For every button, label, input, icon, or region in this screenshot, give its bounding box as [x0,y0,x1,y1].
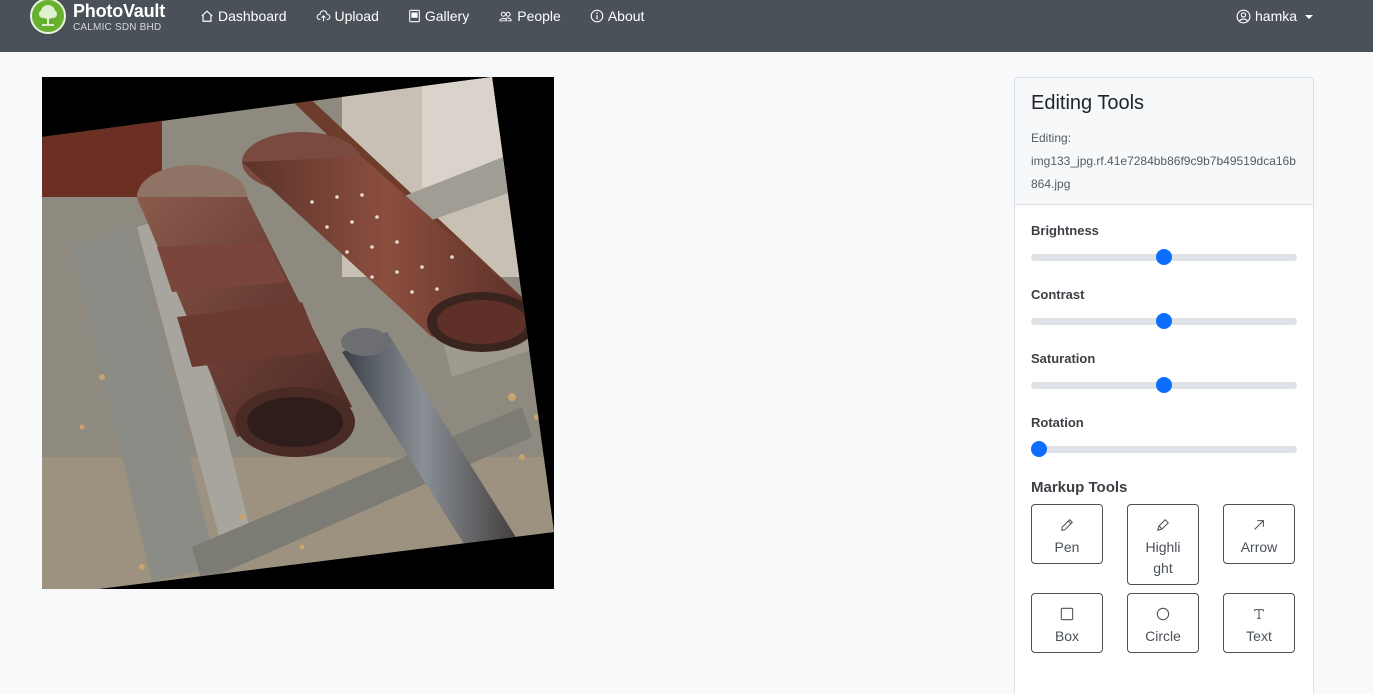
nav-dashboard[interactable]: Dashboard [200,8,287,24]
editing-filename: img133_jpg.rf.41e7284bb86f9c9b7b49519dca… [1031,154,1296,191]
text-tool-label: Text [1246,628,1272,644]
nav-links: Dashboard Upload Gallery People About [200,8,673,24]
nav-people[interactable]: People [498,8,561,24]
square-icon [1060,606,1074,622]
box-tool-label: Box [1054,628,1080,644]
person-circle-icon [1236,9,1251,23]
saturation-group: Saturation [1031,351,1297,393]
panel-title: Editing Tools [1031,92,1145,114]
pencil-icon [1060,517,1074,533]
nav-about-label: About [607,8,645,24]
brightness-label: Brightness [1031,223,1099,238]
circle-tool-button[interactable]: Circle [1127,593,1199,653]
info-circle-icon [590,9,604,23]
pen-tool-button[interactable]: Pen [1031,504,1103,564]
slider-thumb[interactable] [1156,313,1172,329]
highlight-tool-label: Highlight [1145,539,1181,576]
house-icon [201,10,213,22]
highlight-tool-button[interactable]: Highlight [1127,504,1199,585]
highlighter-icon [1156,517,1170,533]
markup-tools-title: Markup Tools [1031,479,1128,496]
tree-logo-icon [30,0,66,34]
nav-upload-label: Upload [334,8,379,24]
saturation-label: Saturation [1031,351,1096,366]
box-tool-button[interactable]: Box [1031,593,1103,653]
cloud-upload-icon [316,10,330,22]
people-icon [499,11,512,22]
brightness-slider[interactable] [1031,249,1297,265]
nav-upload[interactable]: Upload [316,8,379,24]
nav-people-label: People [517,8,561,24]
circle-icon [1156,606,1170,622]
markup-tool-grid: Pen Highlight Arrow Box Circle Text [1031,504,1297,653]
contrast-group: Contrast [1031,287,1297,329]
pen-tool-label: Pen [1054,539,1080,555]
slider-thumb[interactable] [1156,377,1172,393]
slider-thumb[interactable] [1156,249,1172,265]
text-icon [1252,606,1266,622]
arrow-tool-button[interactable]: Arrow [1223,504,1295,564]
rotation-label: Rotation [1031,415,1084,430]
arrow-up-right-icon [1252,517,1266,533]
panel-header: Editing Tools Editing: img133_jpg.rf.41e… [1015,78,1313,205]
text-tool-button[interactable]: Text [1223,593,1295,653]
top-navbar: PhotoVault CALMIC SDN BHD Dashboard Uplo… [0,0,1373,52]
slider-track[interactable] [1031,446,1297,453]
circle-tool-label: Circle [1145,628,1181,644]
nav-gallery[interactable]: Gallery [408,8,469,24]
arrow-tool-label: Arrow [1240,539,1278,555]
contrast-slider[interactable] [1031,313,1297,329]
brand-subtitle: CALMIC SDN BHD [73,21,162,33]
saturation-slider[interactable] [1031,377,1297,393]
nav-gallery-label: Gallery [424,8,470,24]
nav-dashboard-label: Dashboard [218,8,287,24]
editing-label: Editing: [1031,131,1072,145]
rotation-slider[interactable] [1031,441,1297,457]
brand-name: PhotoVault [73,0,165,21]
photo-preview[interactable] [42,77,554,589]
editing-tools-panel: Editing Tools Editing: img133_jpg.rf.41e… [1014,77,1314,694]
rotation-group: Rotation [1031,415,1297,457]
brightness-group: Brightness [1031,223,1297,265]
user-menu-dropdown[interactable]: hamka [1236,8,1314,24]
contrast-label: Contrast [1031,287,1085,302]
caret-down-icon [1305,14,1314,19]
brand[interactable]: PhotoVault CALMIC SDN BHD [30,0,165,34]
slider-thumb[interactable] [1031,441,1047,457]
image-icon [409,9,420,23]
nav-about[interactable]: About [590,8,645,24]
user-name: hamka [1255,8,1298,24]
